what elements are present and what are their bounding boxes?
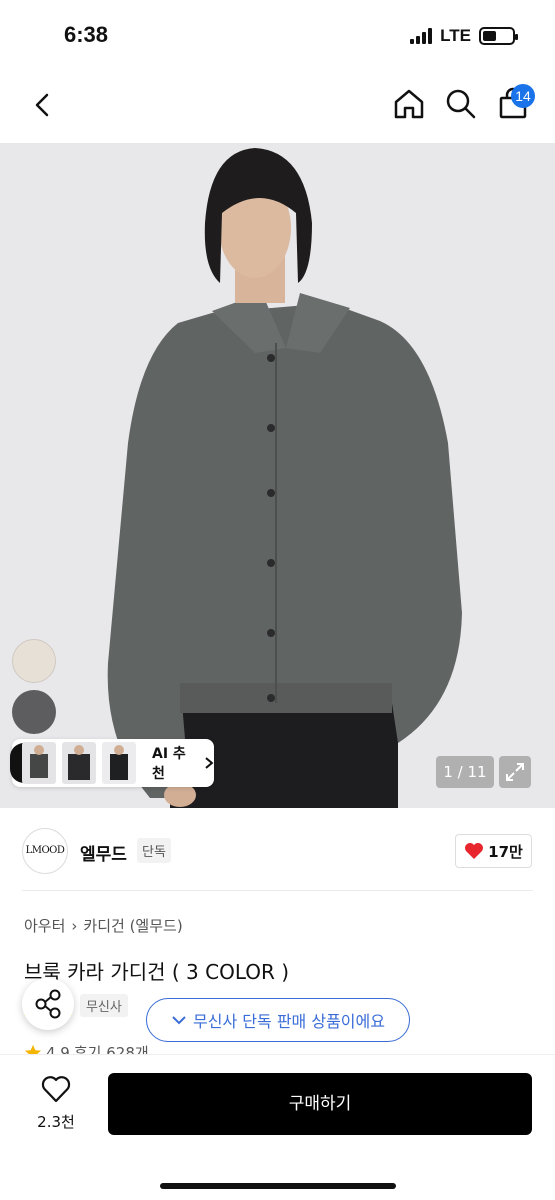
product-image-gallery[interactable]: AI 추천 1 / 11 [0,143,555,808]
home-indicator [160,1183,396,1189]
search-button[interactable] [443,86,479,122]
ai-recommend-label: AI 추천 [152,746,186,782]
home-button[interactable] [391,86,427,122]
breadcrumb: 아우터 › 카디건 (엘무드) [24,915,183,936]
exclusive-badge: 단독 [137,838,171,863]
like-button[interactable]: 17만 [455,834,532,868]
network-label: LTE [440,26,471,45]
home-icon [394,89,424,119]
thumbnail-2[interactable] [62,742,96,784]
like-count: 17만 [488,842,523,861]
page-indicator: 1 / 11 [436,756,494,788]
chevron-down-icon [172,1016,186,1025]
signal-icon [410,28,433,44]
top-nav: 14 [0,72,555,142]
ai-recommend-strip[interactable]: AI 추천 [10,739,214,787]
toast-text: 무신사 단독 판매 상품이에요 [193,1012,385,1031]
breadcrumb-category[interactable]: 아우터 [24,915,65,936]
brand-name[interactable]: 엘무드 [80,840,127,865]
thumbnail-1[interactable] [22,742,56,784]
back-button[interactable] [28,90,58,120]
status-bar: 6:38 LTE [0,0,555,72]
heart-icon [465,843,484,859]
expand-icon [506,763,524,781]
color-swatch-gray[interactable] [12,690,56,734]
product-photo [0,143,555,808]
ai-recommend-button[interactable]: AI 추천 [152,743,214,783]
expand-button[interactable] [499,756,531,788]
chevron-left-icon [35,93,49,117]
brand-row: LMOOD 엘무드 단독 17만 [0,820,555,880]
status-indicators: LTE [410,26,518,46]
heart-outline-icon [41,1076,71,1103]
buy-button[interactable]: 구매하기 [108,1073,532,1135]
brand-logo[interactable]: LMOOD [22,828,68,874]
chevron-right-icon [205,757,214,769]
cart-button[interactable]: 14 [495,84,535,122]
share-button[interactable] [22,978,74,1030]
battery-icon [479,27,518,45]
breadcrumb-subcategory[interactable]: 카디건 (엘무드) [83,915,182,936]
color-swatch-cream[interactable] [12,639,56,683]
wishlist-count: 2.3천 [37,1113,75,1131]
chevron-right-icon: › [71,916,78,935]
share-icon [35,989,61,1019]
cart-badge: 14 [511,84,535,108]
status-time: 6:38 [64,22,109,47]
bottom-action-bar: 2.3천 구매하기 [0,1054,555,1200]
wishlist-button[interactable]: 2.3천 [20,1075,92,1135]
store-tag: 무신사 [79,994,128,1017]
thumbnail-3[interactable] [102,742,136,784]
search-icon [446,89,476,119]
exclusive-toast: 무신사 단독 판매 상품이에요 [146,998,410,1042]
divider [22,890,533,891]
